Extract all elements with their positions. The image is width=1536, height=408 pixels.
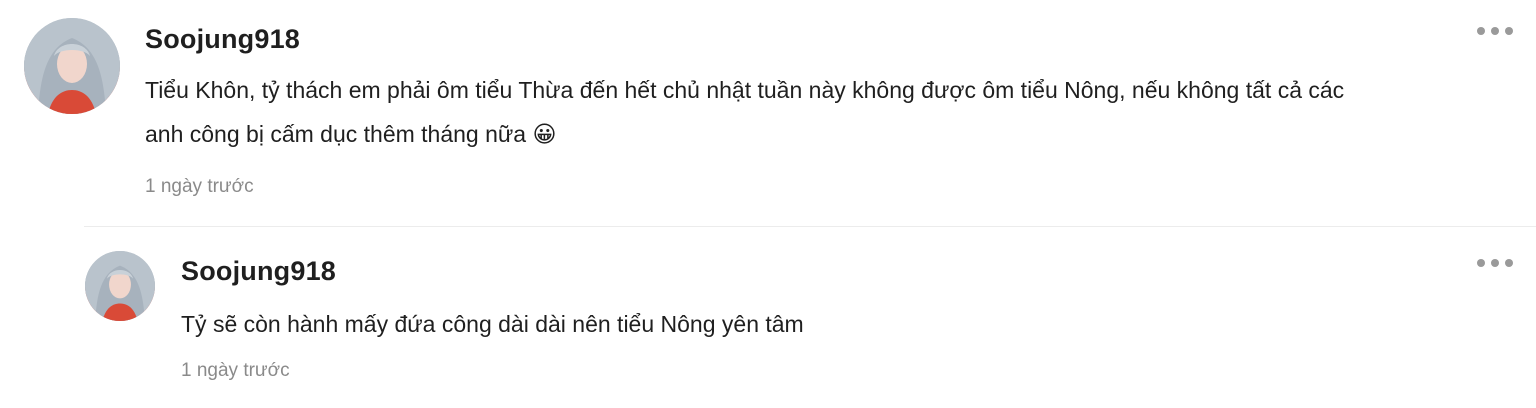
comment-text-line: Tiểu Khôn, tỷ thách em phải ôm tiểu Thừa…	[145, 77, 1345, 103]
comment-text-line2: anh công bị cấm dục thêm tháng nữa	[145, 121, 527, 147]
dot	[1477, 27, 1485, 35]
username[interactable]: Soojung918	[145, 24, 300, 55]
avatar[interactable]	[85, 251, 155, 321]
profile-photo	[85, 251, 155, 321]
timestamp: 1 ngày trước	[181, 360, 290, 381]
dot	[1477, 259, 1485, 267]
dot	[1505, 27, 1513, 35]
comment-text: Tỷ sẽ còn hành mấy đứa công dài dài nên …	[181, 311, 804, 337]
more-horizontal-icon[interactable]	[1477, 27, 1513, 35]
comment-text: Tiểu Khôn, tỷ thách em phải ôm tiểu Thừa…	[145, 68, 1515, 157]
more-horizontal-icon[interactable]	[1477, 259, 1513, 267]
grinning-face-emoji: 😀	[532, 122, 557, 148]
dot	[1491, 259, 1499, 267]
timestamp: 1 ngày trước	[145, 176, 254, 197]
avatar[interactable]	[24, 18, 120, 114]
dot	[1491, 27, 1499, 35]
profile-photo	[24, 18, 120, 114]
dot	[1505, 259, 1513, 267]
divider	[84, 226, 1536, 227]
username[interactable]: Soojung918	[181, 256, 336, 287]
comment-text-line: anh công bị cấm dục thêm tháng nữa 😀	[145, 112, 1515, 157]
